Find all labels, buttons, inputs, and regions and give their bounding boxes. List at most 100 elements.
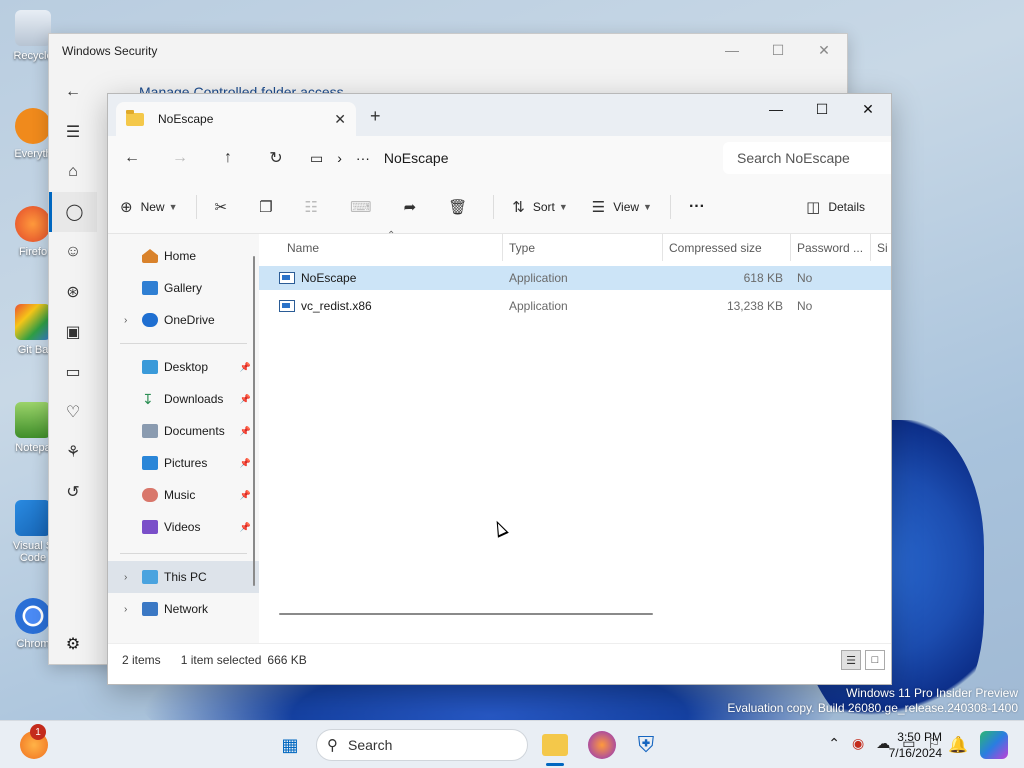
nav-item-music[interactable]: Music 📌 — [108, 479, 259, 511]
settings-gear-icon[interactable]: ⚙ — [49, 634, 97, 654]
start-windows-icon[interactable]: ▦ — [276, 731, 304, 759]
breadcrumb-current[interactable]: NoEscape — [384, 150, 449, 166]
pin-icon[interactable]: 📌 — [240, 362, 251, 373]
new-tab-plus-icon[interactable]: + — [370, 106, 381, 127]
refresh-icon[interactable]: ↻ — [252, 148, 300, 168]
breadcrumb[interactable]: ▭ › ··· NoEscape — [310, 150, 463, 167]
windows-security-shield-icon[interactable]: ⛨ — [632, 731, 660, 759]
share-button[interactable]: ➦ — [392, 190, 437, 224]
column-name[interactable]: Name — [259, 234, 503, 261]
details-button[interactable]: ◫ Details — [794, 190, 877, 224]
taskbar-search-box[interactable]: ⚲ Search — [316, 729, 528, 761]
bell-notification-icon[interactable]: 🔔 — [944, 731, 972, 759]
file-explorer-window[interactable]: NoEscape ✕ + — ☐ ✕ ← → ↑ ↻ ▭ › ··· NoEsc… — [107, 93, 892, 685]
column-type[interactable]: Type — [503, 234, 663, 261]
search-input[interactable]: Search NoEscape — [723, 142, 891, 174]
home-icon[interactable]: ⌂ — [49, 152, 97, 192]
pin-icon[interactable]: 📌 — [240, 490, 251, 501]
column-compressed-size[interactable]: Compressed size — [663, 234, 791, 261]
app-browser-icon[interactable]: ▣ — [49, 312, 97, 352]
download-arrow-icon: ↧ — [142, 391, 154, 407]
nav-item-this-pc[interactable]: › This PC — [108, 561, 259, 593]
back-arrow-icon[interactable]: ← — [108, 149, 156, 167]
table-row[interactable]: vc_redist.x86 Application 13,238 KB No — [259, 294, 891, 318]
notepad-plus-icon — [15, 402, 51, 438]
file-password: No — [797, 299, 813, 313]
folder-icon — [126, 109, 144, 126]
clock[interactable]: 3:50 PM 7/16/2024 — [889, 729, 942, 761]
tab-noescape[interactable]: NoEscape ✕ — [116, 102, 356, 136]
column-size-truncated[interactable]: Si — [871, 234, 891, 261]
nav-item-network[interactable]: › Network — [108, 593, 259, 625]
pin-icon[interactable]: 📌 — [240, 458, 251, 469]
copilot-icon[interactable] — [980, 731, 1008, 759]
nav-item-documents[interactable]: Documents 📌 — [108, 415, 259, 447]
nav-item-home[interactable]: Home — [108, 240, 259, 272]
nav-item-downloads[interactable]: ↧ Downloads 📌 — [108, 383, 259, 415]
nav-item-onedrive[interactable]: › OneDrive — [108, 304, 259, 336]
new-button[interactable]: ⊕ New ▼ — [108, 190, 190, 224]
nav-item-gallery[interactable]: Gallery — [108, 272, 259, 304]
family-icon[interactable]: ⚘ — [49, 432, 97, 472]
pin-icon[interactable]: 📌 — [240, 394, 251, 405]
share-icon: ➦ — [403, 198, 417, 216]
rename-button[interactable]: ⌨ — [338, 190, 392, 224]
close-icon[interactable]: ✕ — [845, 94, 891, 124]
view-button[interactable]: ☰ View ▼ — [580, 190, 664, 224]
forward-arrow-icon[interactable]: → — [156, 149, 204, 167]
chevron-right-icon[interactable]: › — [337, 150, 342, 166]
file-explorer-icon[interactable] — [542, 734, 568, 756]
history-icon[interactable]: ↺ — [49, 472, 97, 512]
breadcrumb-ellipsis[interactable]: ··· — [356, 150, 370, 166]
security-alert-icon[interactable]: ◉ — [852, 735, 864, 752]
file-name: vc_redist.x86 — [301, 299, 372, 313]
table-row[interactable]: NoEscape Application 618 KB No — [259, 266, 891, 290]
chevron-right-icon[interactable]: › — [124, 315, 142, 326]
close-icon[interactable]: ✕ — [801, 34, 847, 66]
shield-icon[interactable]: ◯ — [49, 192, 97, 232]
cut-button[interactable]: ✂ — [203, 190, 248, 224]
wifi-antenna-icon[interactable]: ⊛ — [49, 272, 97, 312]
nav-divider — [120, 553, 247, 554]
monitor-icon[interactable]: ▭ — [310, 150, 323, 167]
more-options-button[interactable]: ··· — [677, 190, 717, 224]
laptop-icon[interactable]: ▭ — [49, 352, 97, 392]
column-password[interactable]: Password ... — [791, 234, 871, 261]
minimize-icon[interactable]: — — [753, 94, 799, 124]
minimize-icon[interactable]: — — [709, 34, 755, 66]
taskbar: 1 ▦ ⚲ Search ⛨ ⌃ ◉ ☁ ▭ ⚐ 3:50 PM 7/16/20… — [0, 720, 1024, 768]
pin-icon[interactable]: 📌 — [240, 426, 251, 437]
copy-button[interactable]: ❐ — [247, 190, 292, 224]
delete-button[interactable]: 🗑 — [436, 190, 487, 224]
close-tab-icon[interactable]: ✕ — [334, 111, 346, 128]
up-arrow-icon[interactable]: ↑ — [204, 149, 252, 167]
nav-scrollbar[interactable] — [253, 256, 255, 586]
details-view-icon[interactable]: ☰ — [841, 650, 861, 670]
pin-icon[interactable]: 📌 — [240, 522, 251, 533]
paste-button[interactable]: ☷ — [293, 190, 338, 224]
maximize-icon[interactable]: ☐ — [755, 34, 801, 66]
new-label: New — [140, 199, 165, 214]
chevron-right-icon[interactable]: › — [124, 572, 142, 583]
cloud-icon — [142, 313, 158, 327]
nav-label: Home — [164, 249, 197, 263]
chevron-up-icon[interactable]: ⌃ — [828, 735, 840, 752]
person-icon[interactable]: ☺ — [49, 232, 97, 272]
application-icon — [279, 300, 295, 312]
nav-item-desktop[interactable]: Desktop 📌 — [108, 351, 259, 383]
toolbar-divider — [669, 194, 671, 219]
horizontal-scrollbar[interactable] — [279, 613, 653, 615]
chevron-right-icon[interactable]: › — [124, 604, 142, 615]
chevron-down-icon: ▼ — [643, 201, 652, 212]
nav-item-pictures[interactable]: Pictures 📌 — [108, 447, 259, 479]
navigation-pane: Home Gallery › OneDrive Desktop 📌 ↧ Down… — [108, 234, 259, 643]
hamburger-menu-icon[interactable]: ☰ — [49, 112, 97, 152]
nav-label: Documents — [164, 424, 225, 438]
nav-item-videos[interactable]: Videos 📌 — [108, 511, 259, 543]
maximize-icon[interactable]: ☐ — [799, 94, 845, 124]
tiles-view-icon[interactable]: □ — [865, 650, 885, 670]
sort-button[interactable]: ⇅ Sort ▼ — [500, 190, 580, 224]
firefox-icon[interactable] — [588, 731, 616, 759]
heart-pulse-icon[interactable]: ♡ — [49, 392, 97, 432]
back-arrow-icon[interactable]: ← — [49, 72, 97, 112]
